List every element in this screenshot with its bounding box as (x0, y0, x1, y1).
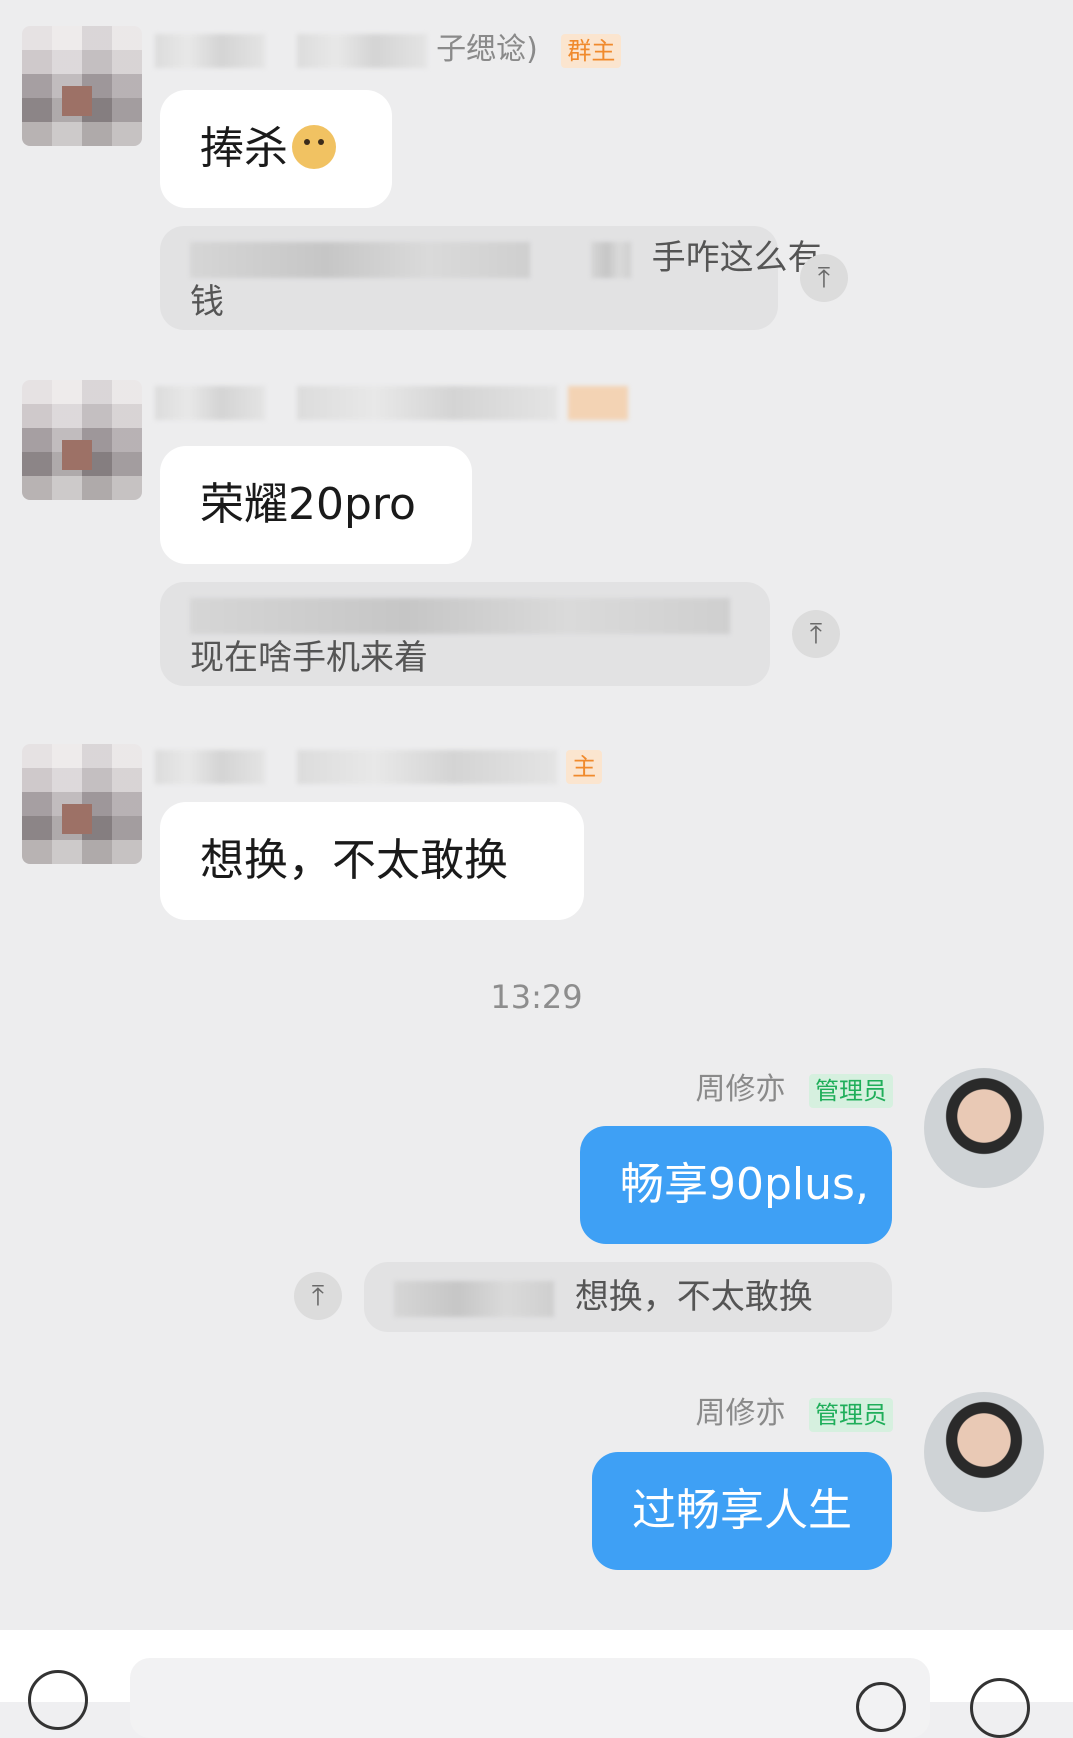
blurred-name (155, 749, 265, 784)
admin-tag: 管理员 (809, 1073, 893, 1108)
my-name-line: 周修亦 管理员 (695, 1070, 893, 1110)
my-message-bubble[interactable]: 过畅享人生 (592, 1452, 892, 1570)
my-avatar[interactable] (924, 1392, 1044, 1512)
arrow-up-to-line-icon[interactable]: ⤒ (792, 610, 840, 658)
message-text: 荣耀20pro (200, 479, 416, 530)
sender-avatar[interactable] (22, 744, 142, 864)
blurred-name (296, 33, 427, 68)
blurred-quote-text (394, 1280, 554, 1317)
input-bar (0, 1630, 1073, 1738)
voice-icon[interactable] (28, 1670, 88, 1730)
admin-tag: 管理员 (809, 1397, 893, 1432)
chat-area[interactable]: 子缌谂) 群主 捧杀 手咋这么有 钱 ⤒ 荣耀20pro 现在啥手机来着 ⤒ 主 (0, 0, 1073, 1630)
emoji-icon[interactable] (856, 1682, 906, 1732)
message-text: 畅享90plus, (620, 1159, 869, 1210)
quote-text: 现在啥手机来着 (190, 638, 428, 678)
owner-tag: 群主 (561, 33, 622, 68)
message-text: 过畅享人生 (632, 1485, 852, 1536)
blurred-name (155, 385, 265, 420)
quote-text: 想换，不太敢换 (574, 1277, 813, 1317)
sender-name-line (155, 382, 629, 422)
my-message-bubble[interactable]: 畅享90plus, (580, 1126, 892, 1244)
quoted-reply[interactable]: 现在啥手机来着 (160, 582, 770, 686)
my-name: 周修亦 (695, 1396, 786, 1431)
message-text: 捧杀 (200, 123, 288, 174)
quoted-reply[interactable]: 想换，不太敢换 (364, 1262, 892, 1332)
arrow-up-to-line-icon[interactable]: ⤒ (294, 1272, 342, 1320)
quoted-reply[interactable]: 手咋这么有 钱 (160, 226, 822, 330)
blurred-quote-text (190, 241, 530, 278)
doge-emoji-icon (292, 125, 336, 169)
message-text: 想换，不太敢换 (200, 835, 508, 886)
blurred-name (296, 749, 557, 784)
plus-icon[interactable] (970, 1678, 1030, 1738)
my-name: 周修亦 (695, 1072, 786, 1107)
blurred-quote-text (190, 597, 730, 634)
sender-avatar[interactable] (22, 26, 142, 146)
message-bubble[interactable]: 荣耀20pro (160, 446, 472, 564)
my-name-line: 周修亦 管理员 (695, 1394, 893, 1434)
arrow-up-to-line-icon[interactable]: ⤒ (800, 254, 848, 302)
sender-name-line: 子缌谂) 群主 (155, 30, 622, 70)
sender-name-suffix: 子缌谂) (436, 32, 538, 67)
blurred-quote-text (590, 241, 631, 278)
sender-name-line: 主 (155, 746, 603, 786)
quote-text: 手咋这么有 (651, 238, 822, 278)
blurred-name (296, 385, 557, 420)
blurred-name (155, 33, 265, 68)
quote-text-line2: 钱 (190, 282, 224, 322)
message-input[interactable] (130, 1658, 930, 1738)
message-bubble[interactable]: 捧杀 (160, 90, 392, 208)
sender-avatar[interactable] (22, 380, 142, 500)
blurred-tag (568, 385, 629, 420)
owner-tag: 主 (566, 749, 603, 784)
my-avatar[interactable] (924, 1068, 1044, 1188)
timestamp: 13:29 (490, 978, 583, 1016)
message-bubble[interactable]: 想换，不太敢换 (160, 802, 584, 920)
